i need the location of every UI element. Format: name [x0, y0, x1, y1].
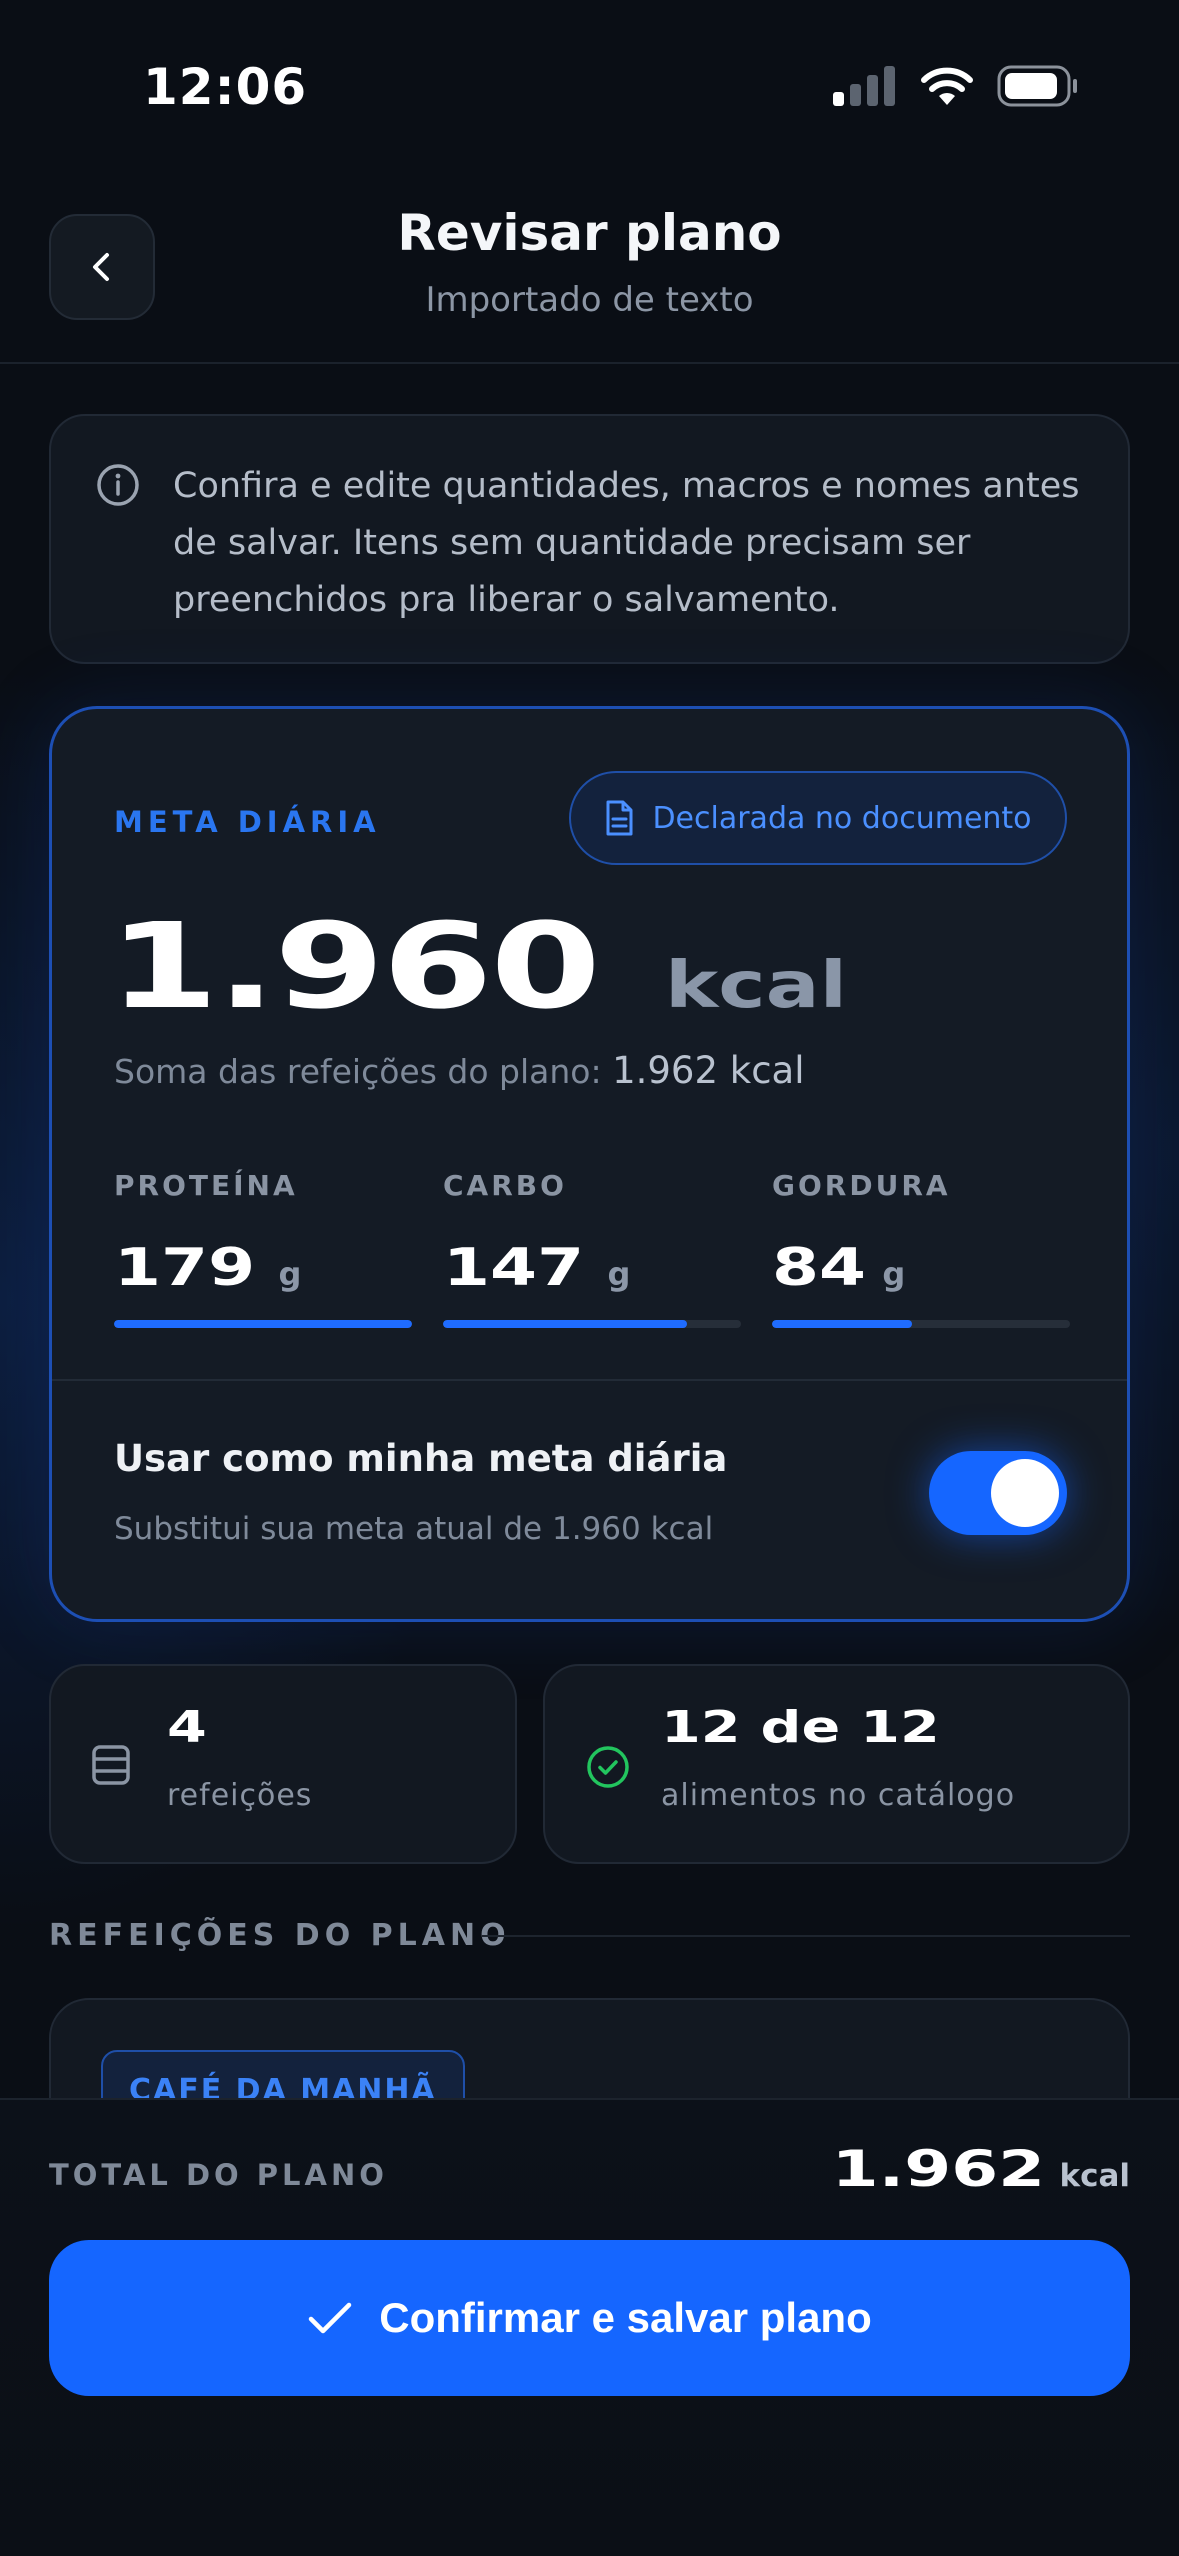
macro-carbs: CARBO 147 g — [443, 1169, 741, 1328]
use-as-goal-title: Usar como minha meta diária — [114, 1437, 728, 1480]
screen: 12:06 Revisar plano Importado de texto C… — [0, 0, 1179, 2556]
section-title: REFEIÇÕES DO PLANO — [49, 1918, 511, 1953]
wifi-icon — [921, 67, 973, 105]
total-label: TOTAL DO PLANO — [49, 2158, 388, 2192]
macro-progress-track — [772, 1320, 1070, 1328]
daily-goal-card: META DIÁRIA Declarada no documento 1.960… — [49, 706, 1130, 1622]
declared-document-badge: Declarada no documento — [569, 771, 1067, 865]
macro-label: CARBO — [443, 1169, 567, 1202]
meals-sum: Soma das refeições do plano: 1.962 kcal — [114, 1049, 805, 1092]
use-as-goal-toggle[interactable] — [929, 1451, 1067, 1535]
section-divider — [482, 1935, 1130, 1937]
macro-label: PROTEÍNA — [114, 1169, 298, 1202]
total-kcal-value: 1.962 — [831, 2140, 1046, 2198]
stat-foods-value: 12 de 12 — [661, 1702, 940, 1753]
status-icons — [833, 62, 1079, 110]
macro-fat: GORDURA 84 g — [772, 1169, 1070, 1328]
toggle-knob — [991, 1459, 1059, 1527]
badge-label: Declarada no documento — [652, 800, 1032, 836]
goal-kcal-value: 1.960 — [108, 897, 601, 1035]
goal-kcal: 1.960 kcal — [108, 897, 847, 1035]
battery-icon — [997, 65, 1077, 107]
document-icon — [606, 800, 633, 836]
stat-meals: 4 refeições — [49, 1664, 517, 1864]
total-value: 1.962 kcal — [832, 2140, 1130, 2198]
meals-sum-value: 1.962 kcal — [612, 1049, 805, 1092]
goal-kcal-unit: kcal — [665, 949, 848, 1023]
signal-icon — [833, 66, 895, 106]
use-as-goal-subtitle: Substitui sua meta atual de 1.960 kcal — [114, 1511, 714, 1547]
goal-divider — [52, 1379, 1127, 1381]
page-subtitle: Importado de texto — [425, 280, 754, 320]
goal-label: META DIÁRIA — [114, 805, 381, 839]
stat-foods-catalog: 12 de 12 alimentos no catálogo — [543, 1664, 1130, 1864]
check-circle-icon — [587, 1746, 629, 1788]
page-title: Revisar plano — [397, 204, 782, 262]
macro-unit: g — [882, 1255, 906, 1293]
confirm-save-label: Confirmar e salvar plano — [379, 2294, 872, 2341]
status-time: 12:06 — [143, 58, 308, 116]
macro-value: 84 — [772, 1238, 867, 1298]
macro-unit: g — [607, 1255, 631, 1293]
macro-progress-fill — [114, 1320, 412, 1328]
meals-sum-label: Soma das refeições do plano: — [114, 1052, 602, 1091]
stat-foods-label: alimentos no catálogo — [661, 1778, 1016, 1813]
confirm-save-button[interactable]: Confirmar e salvar plano — [49, 2240, 1130, 2396]
macro-progress-fill — [443, 1320, 688, 1328]
stat-meals-value: 4 — [167, 1702, 207, 1753]
list-icon — [92, 1745, 130, 1785]
info-text: Confira e edite quantidades, macros e no… — [173, 466, 1080, 620]
macro-progress-track — [443, 1320, 741, 1328]
bottom-bar: TOTAL DO PLANO 1.962 kcal Confirmar e sa… — [0, 2098, 1179, 2556]
check-icon — [309, 2302, 352, 2334]
header-divider — [0, 362, 1179, 364]
macro-unit: g — [278, 1255, 302, 1293]
macro-progress-fill — [772, 1320, 913, 1328]
total-kcal-unit: kcal — [1059, 2158, 1130, 2194]
macro-value: 147 — [443, 1238, 585, 1298]
macro-label: GORDURA — [772, 1169, 951, 1202]
macro-progress-track — [114, 1320, 412, 1328]
macro-protein: PROTEÍNA 179 g — [114, 1169, 412, 1328]
stat-meals-label: refeições — [167, 1778, 313, 1813]
info-notice: Confira e edite quantidades, macros e no… — [49, 414, 1130, 664]
macro-value: 179 — [114, 1238, 256, 1298]
info-icon — [97, 464, 139, 506]
